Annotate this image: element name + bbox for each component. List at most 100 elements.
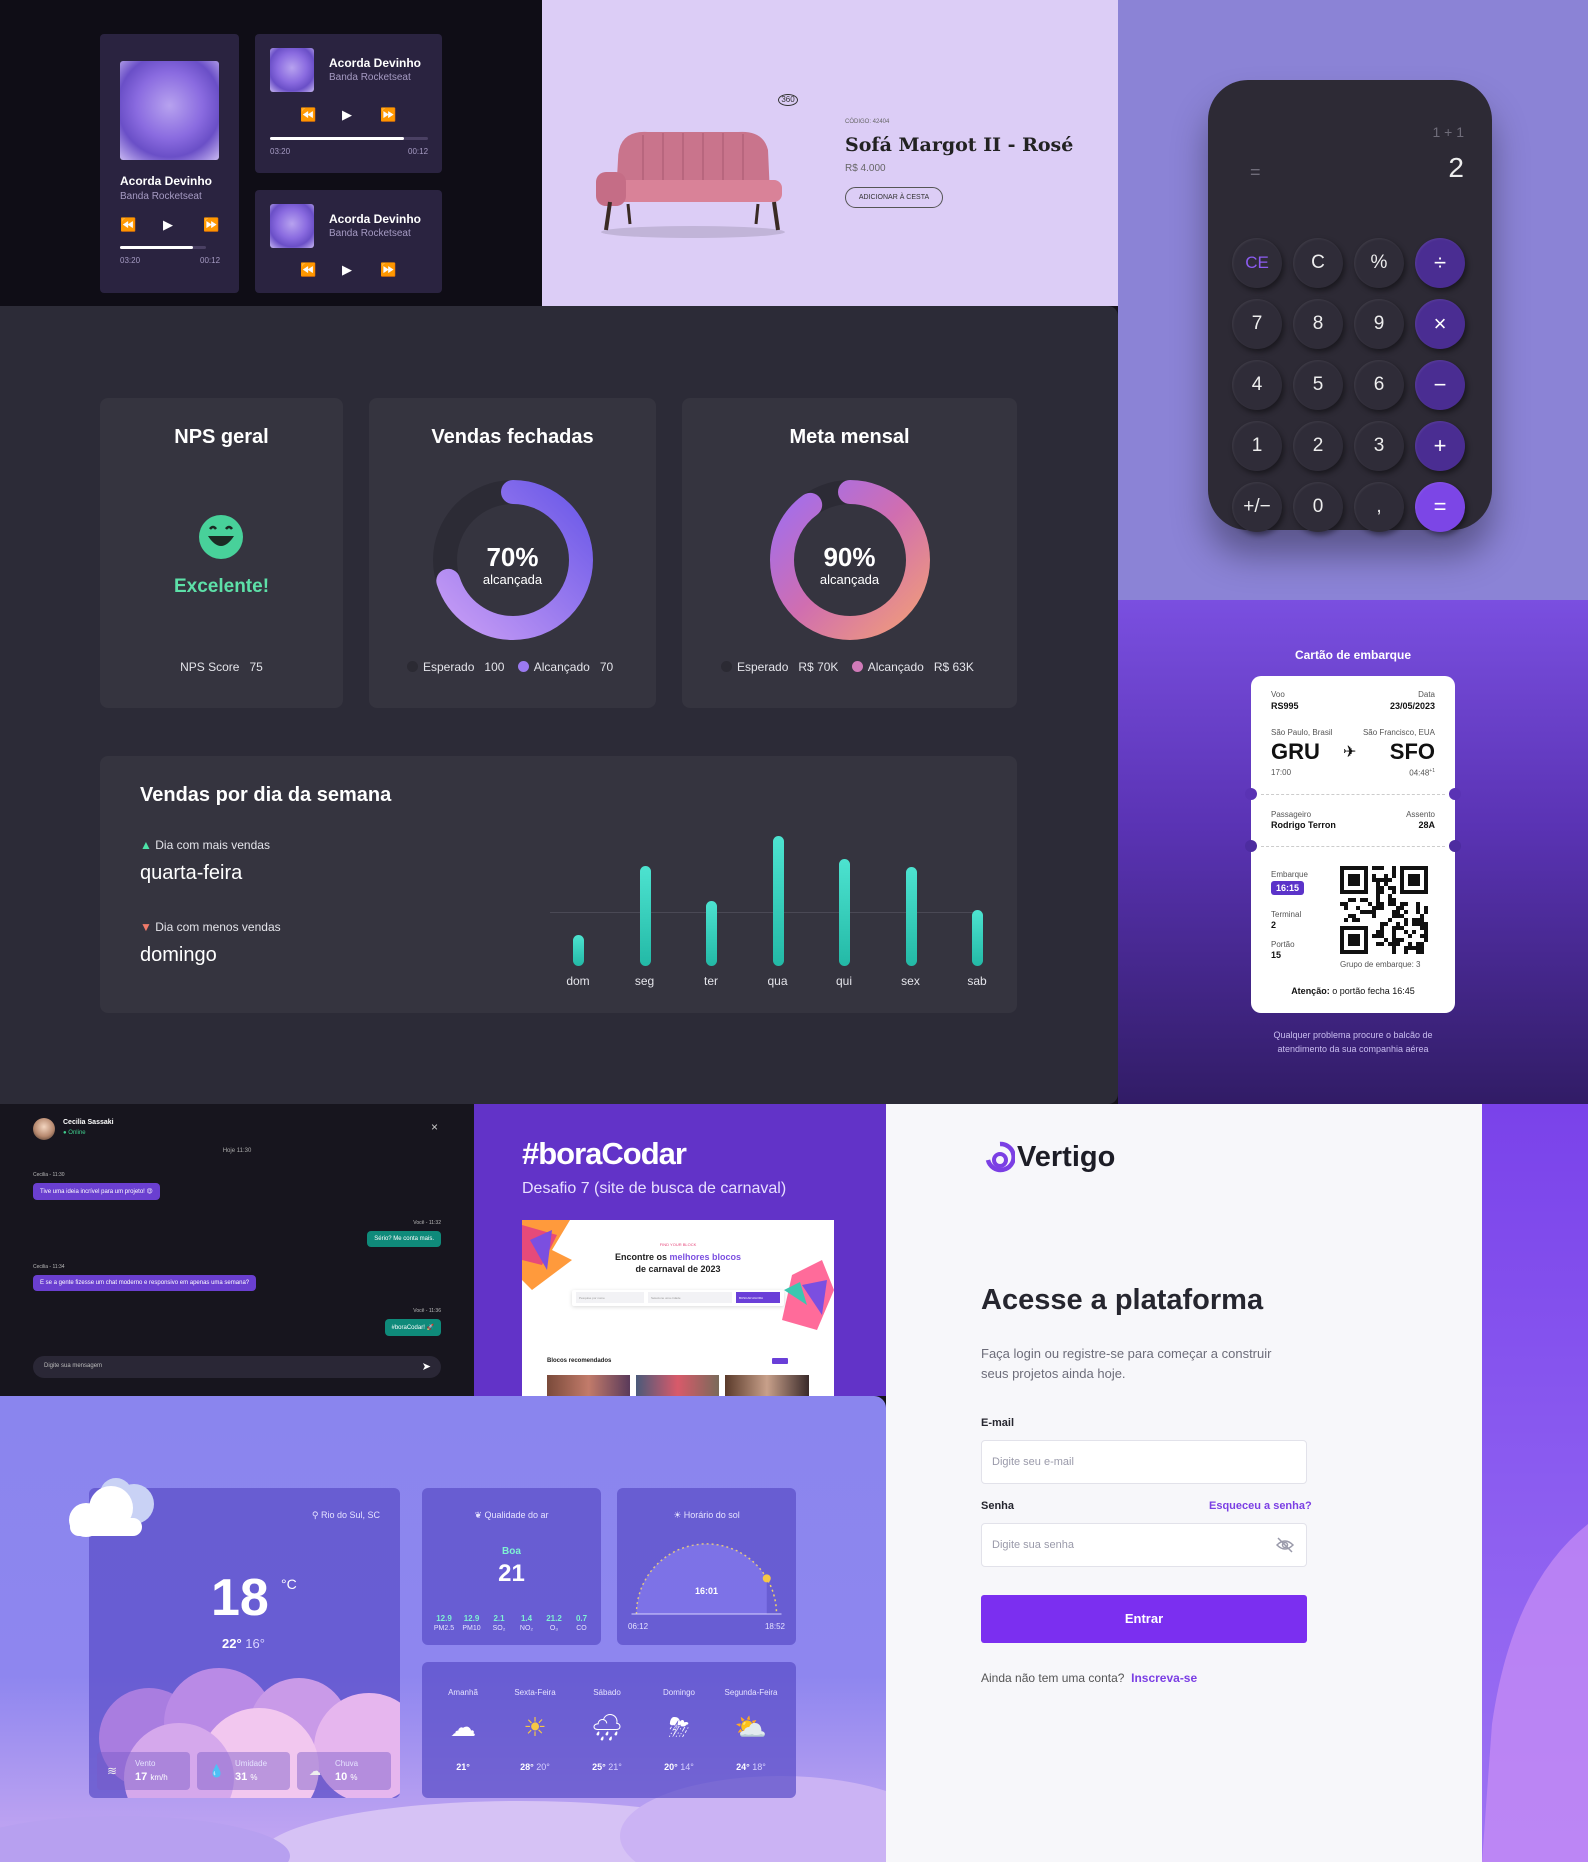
song-title: Acorda Devinho bbox=[329, 212, 422, 226]
calc-key[interactable]: ÷ bbox=[1415, 238, 1465, 288]
rain-icon: ☁ bbox=[309, 1764, 321, 1778]
time-total: 00:12 bbox=[200, 256, 221, 265]
forward-icon[interactable]: ⏩ bbox=[380, 107, 396, 123]
submit-button[interactable]: Entrar bbox=[981, 1595, 1307, 1643]
calc-key[interactable]: = bbox=[1415, 482, 1465, 532]
online-status: ● Online bbox=[63, 1130, 86, 1136]
signup-link[interactable]: Inscreva-se bbox=[1131, 1671, 1197, 1685]
wind-stat: ≋ Vento 17 km/h bbox=[97, 1752, 190, 1790]
preview-kicker: FIND YOUR BLOCK bbox=[659, 1242, 697, 1247]
ticket-notch bbox=[1449, 840, 1461, 852]
nps-score-value: 75 bbox=[249, 660, 263, 674]
calc-key[interactable]: +/− bbox=[1232, 482, 1282, 532]
to-code: SFO bbox=[1389, 739, 1435, 764]
air-component-label: PM10 bbox=[462, 1625, 481, 1632]
sunset-time: 18:52 bbox=[764, 1622, 785, 1631]
forgot-password-link[interactable]: Esqueceu a senha? bbox=[1209, 1500, 1312, 1512]
legend-reached-value: 70 bbox=[599, 660, 614, 674]
calc-key[interactable]: 1 bbox=[1232, 421, 1282, 471]
legend-reached-label: Alcançado bbox=[867, 660, 924, 674]
vertigo-logo-icon bbox=[985, 1141, 1015, 1173]
seat-label: Assento bbox=[1406, 810, 1435, 819]
calc-key[interactable]: 6 bbox=[1354, 360, 1404, 410]
play-icon[interactable]: ▶ bbox=[163, 217, 173, 233]
chart-bar bbox=[972, 910, 983, 966]
carnival-site-preview: FIND YOUR BLOCK Encontre os melhores blo… bbox=[522, 1220, 834, 1396]
email-field[interactable]: Digite seu e-mail bbox=[981, 1440, 1307, 1484]
chat-panel: Cecilia Sassaki ● Online × Hoje 11:30 Ce… bbox=[0, 1104, 474, 1396]
song-artist: Banda Rocketseat bbox=[329, 72, 411, 83]
progress-bar[interactable] bbox=[120, 246, 206, 249]
air-component-label: CO bbox=[576, 1625, 587, 1632]
rewind-icon[interactable]: ⏪ bbox=[300, 262, 316, 278]
forward-icon[interactable]: ⏩ bbox=[380, 262, 396, 278]
calc-key[interactable]: 5 bbox=[1293, 360, 1343, 410]
passenger-label: Passageiro bbox=[1271, 810, 1312, 819]
from-time: 17:00 bbox=[1271, 768, 1292, 777]
progress-bar[interactable] bbox=[270, 137, 428, 140]
email-label: E-mail bbox=[981, 1417, 1015, 1429]
nps-card: NPS geral Excelente! NPS Score 75 bbox=[100, 398, 343, 708]
forecast-card: Amanhã ☁ 21° Sexta-Feira ☀ 28° 20° Sábado 🌧 25°… bbox=[422, 1662, 796, 1798]
product-code: CÓDIGO: 42404 bbox=[845, 119, 890, 125]
forecast-day: Sábado bbox=[593, 1688, 621, 1697]
decorative-stripe bbox=[1482, 1104, 1588, 1862]
close-icon[interactable]: × bbox=[431, 1120, 438, 1134]
calc-key[interactable]: 2 bbox=[1293, 421, 1343, 471]
sunrise-time: 06:12 bbox=[628, 1622, 649, 1631]
forward-icon[interactable]: ⏩ bbox=[203, 217, 219, 233]
preview-photo bbox=[547, 1375, 630, 1396]
sun-icon: ☀ bbox=[673, 1510, 682, 1520]
sun-position-marker bbox=[762, 1574, 771, 1583]
to-time: 04:48 bbox=[1409, 768, 1430, 778]
gate-label: Portão bbox=[1271, 940, 1295, 949]
calc-key[interactable]: − bbox=[1415, 360, 1465, 410]
wind-value: 17 bbox=[135, 1771, 148, 1783]
forecast-day: Amanhã bbox=[448, 1688, 478, 1697]
legend-dot-reached bbox=[851, 661, 863, 672]
rewind-icon[interactable]: ⏪ bbox=[120, 217, 136, 233]
ticket-divider bbox=[1261, 794, 1445, 795]
calc-key[interactable]: CE bbox=[1232, 238, 1282, 288]
boarding-title: Cartão de embarque bbox=[1294, 648, 1412, 662]
brand-name: Vertigo bbox=[1017, 1140, 1116, 1173]
ticket-divider bbox=[1261, 846, 1445, 847]
flight-number: RS995 bbox=[1271, 701, 1299, 711]
add-to-cart-button[interactable]: ADICIONAR À CESTA bbox=[845, 187, 943, 208]
sunny-icon: ☀ bbox=[523, 1712, 547, 1742]
play-icon[interactable]: ▶ bbox=[342, 262, 352, 278]
calc-key[interactable]: 9 bbox=[1354, 299, 1404, 349]
calc-key[interactable]: C bbox=[1293, 238, 1343, 288]
calc-key[interactable]: 0 bbox=[1293, 482, 1343, 532]
rewind-icon[interactable]: ⏪ bbox=[300, 107, 316, 123]
calc-key[interactable]: , bbox=[1354, 482, 1404, 532]
message-meta: Cecilia - 11:34 bbox=[33, 1264, 65, 1270]
send-icon[interactable]: ➤ bbox=[422, 1360, 431, 1373]
calc-key[interactable]: × bbox=[1415, 299, 1465, 349]
chart-bar bbox=[639, 865, 651, 966]
message-bubble: #boraCodar! 🚀 bbox=[384, 1319, 441, 1336]
play-icon[interactable]: ▶ bbox=[342, 107, 352, 123]
preview-title-a: Encontre os bbox=[614, 1252, 670, 1262]
chart-category-label: sex bbox=[901, 974, 920, 988]
from-city: São Paulo, Brasil bbox=[1271, 728, 1333, 737]
time-current: 03:20 bbox=[120, 256, 141, 265]
storm-icon: ⛈ bbox=[668, 1712, 690, 1742]
air-quality-status: Boa bbox=[502, 1546, 521, 1557]
calc-key[interactable]: 4 bbox=[1232, 360, 1282, 410]
calc-key[interactable]: 7 bbox=[1232, 299, 1282, 349]
calc-key[interactable]: + bbox=[1415, 421, 1465, 471]
message-input[interactable]: Digite sua mensagem ➤ bbox=[33, 1356, 441, 1378]
calc-key[interactable]: 8 bbox=[1293, 299, 1343, 349]
eye-off-icon[interactable] bbox=[1276, 1537, 1294, 1553]
password-field[interactable]: Digite sua senha bbox=[981, 1523, 1307, 1567]
calc-key[interactable]: % bbox=[1354, 238, 1404, 288]
rotate-360-icon[interactable]: 360 bbox=[778, 94, 798, 106]
chart-bar bbox=[573, 934, 584, 966]
avatar bbox=[33, 1118, 55, 1140]
calc-key[interactable]: 3 bbox=[1354, 421, 1404, 471]
nps-score-label: NPS Score bbox=[180, 660, 240, 674]
no-account-text: Ainda não tem uma conta? bbox=[981, 1671, 1125, 1685]
legend-dot-expected bbox=[407, 661, 418, 672]
boracodar-panel: #boraCodar Desafio 7 (site de busca de c… bbox=[474, 1104, 886, 1396]
